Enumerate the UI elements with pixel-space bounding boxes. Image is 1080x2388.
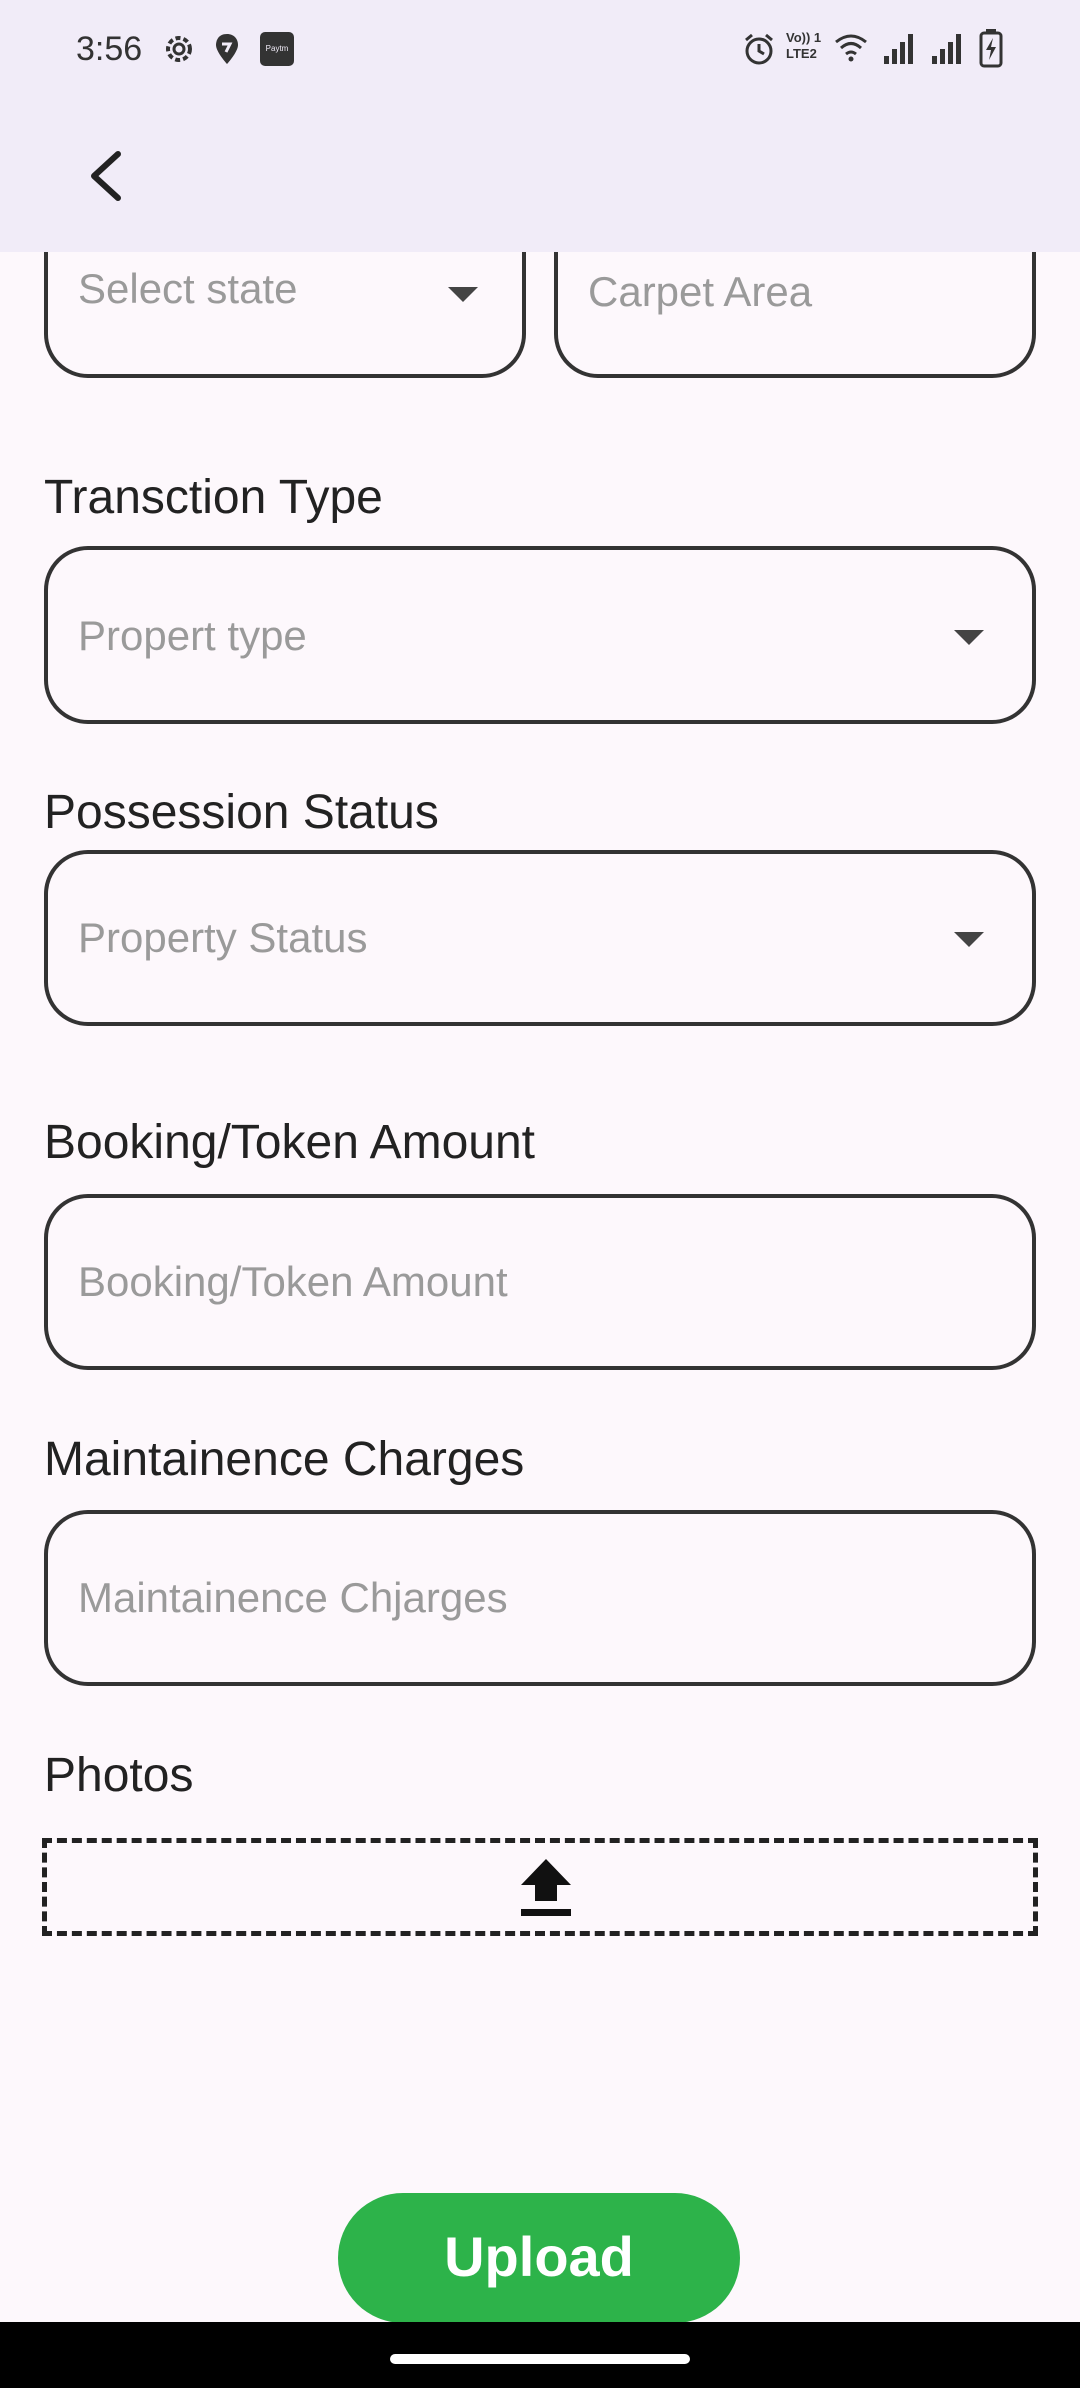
volte-text-bottom: LTE2 <box>786 46 817 61</box>
transaction-type-placeholder: Propert type <box>78 612 307 659</box>
chevron-down-icon <box>954 630 984 645</box>
transaction-type-dropdown[interactable]: Propert type <box>44 546 1036 724</box>
status-time: 3:56 <box>76 30 143 68</box>
maintenance-charges-label: Maintainence Charges <box>44 1433 525 1486</box>
upload-button[interactable]: Upload <box>338 2193 740 2323</box>
upload-icon <box>521 1859 571 1916</box>
booking-amount-placeholder: Booking/Token Amount <box>78 1258 508 1305</box>
settings-icon <box>166 36 192 62</box>
photo-upload-area[interactable] <box>42 1838 1038 1936</box>
status-bar: 3:56 Paytm Vo)) 1 LTE2 <box>0 0 1080 100</box>
chevron-down-icon <box>954 932 984 947</box>
alarm-icon <box>745 33 773 65</box>
maintenance-charges-field[interactable]: Maintainence Chjarges <box>44 1510 1036 1686</box>
swiggy-icon <box>216 34 238 64</box>
paytm-icon: Paytm <box>260 32 294 66</box>
signal-icon <box>884 34 913 64</box>
possession-status-dropdown[interactable]: Property Status <box>44 850 1036 1026</box>
carpet-area-placeholder: Carpet Area <box>588 268 813 315</box>
volte-text-top: Vo)) 1 <box>786 30 822 45</box>
volte-icon: Vo)) 1 LTE2 <box>786 30 830 62</box>
possession-status-label: Possession Status <box>44 786 439 839</box>
app-bar <box>0 100 1080 252</box>
wifi-icon <box>835 34 867 62</box>
home-indicator[interactable] <box>390 2354 690 2364</box>
maintenance-charges-placeholder: Maintainence Chjarges <box>78 1574 508 1621</box>
paytm-text: Paytm <box>265 44 289 53</box>
form-scroll-area[interactable]: Select state Carpet Area Transction Type… <box>0 0 1080 2388</box>
booking-amount-field[interactable]: Booking/Token Amount <box>44 1194 1036 1370</box>
photos-label: Photos <box>44 1749 194 1802</box>
chevron-down-icon <box>448 287 478 302</box>
possession-status-placeholder: Property Status <box>78 914 368 961</box>
chevron-left-icon[interactable] <box>78 146 138 206</box>
signal-icon <box>932 34 961 64</box>
booking-amount-label: Booking/Token Amount <box>44 1116 535 1169</box>
state-placeholder: Select state <box>78 265 298 312</box>
navigation-bar <box>0 2322 1080 2388</box>
transaction-type-label: Transction Type <box>44 471 383 524</box>
battery-charging-icon <box>979 29 1003 68</box>
